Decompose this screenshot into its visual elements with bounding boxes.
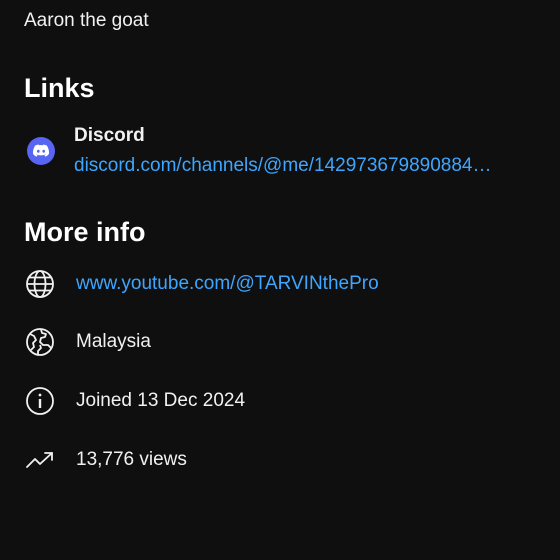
more-info-heading: More info: [24, 217, 146, 247]
info-row-country: Malaysia: [0, 322, 560, 362]
link-name: Discord: [74, 125, 145, 146]
joined-text: Joined 13 Dec 2024: [76, 390, 246, 411]
country-text: Malaysia: [76, 331, 151, 352]
channel-description: Aaron the goat: [24, 10, 149, 31]
trending-icon: [24, 444, 56, 476]
website-link[interactable]: www.youtube.com/@TARVINthePro: [76, 272, 379, 296]
views-text: 13,776 views: [76, 449, 187, 470]
info-row-views: 13,776 views: [0, 440, 560, 480]
discord-icon: [27, 137, 55, 165]
link-url[interactable]: discord.com/channels/@me/142973679890884…: [74, 154, 526, 178]
link-item-discord[interactable]: Discord discord.com/channels/@me/1429736…: [0, 120, 560, 184]
info-icon: [24, 385, 56, 417]
info-row-website[interactable]: www.youtube.com/@TARVINthePro: [0, 264, 560, 304]
globe-icon: [24, 268, 56, 300]
earth-icon: [24, 326, 56, 358]
links-heading: Links: [24, 73, 95, 103]
about-panel: Aaron the goat Links Discord discord.com…: [0, 0, 560, 560]
info-row-joined: Joined 13 Dec 2024: [0, 381, 560, 421]
